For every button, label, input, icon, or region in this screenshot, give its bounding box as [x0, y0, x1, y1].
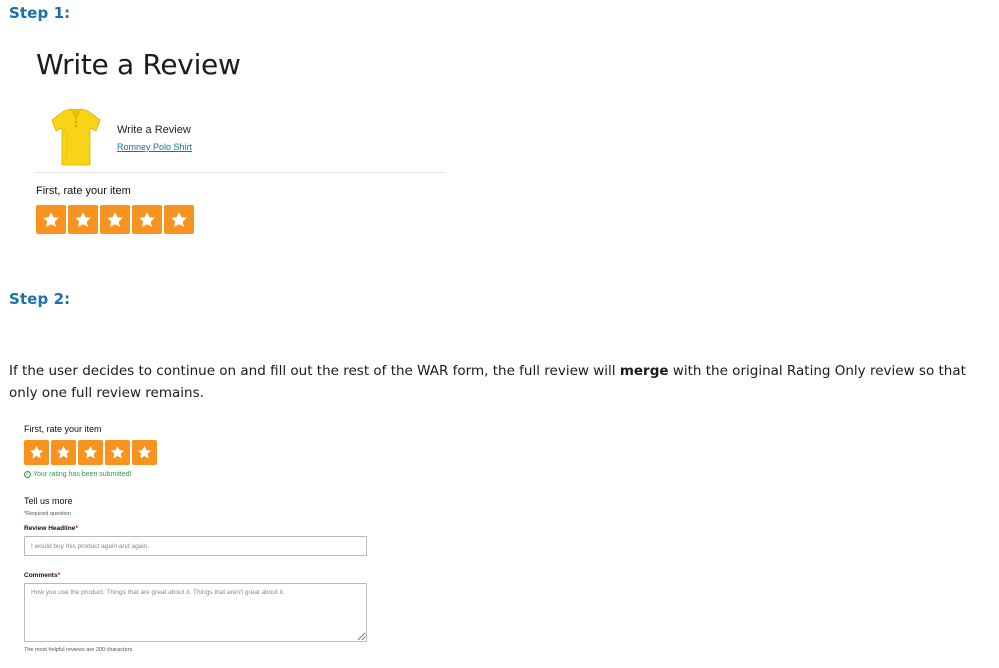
required-asterisk: * [75, 525, 78, 532]
step-2-heading: Step 2: [9, 290, 71, 308]
comments-label: Comments* [24, 572, 60, 579]
star-icon [83, 445, 98, 459]
star-3[interactable] [100, 205, 130, 234]
character-helper-text: The most helpful reviews are 200 charact… [24, 647, 134, 653]
star-icon [110, 445, 125, 459]
product-heading: Write a Review [117, 124, 191, 136]
required-asterisk: * [57, 572, 61, 579]
star-rating [36, 205, 194, 234]
rate-item-label: First, rate your item [36, 185, 131, 197]
step-1-heading: Step 1: [9, 4, 71, 22]
star-icon [43, 211, 59, 227]
star-icon [56, 445, 71, 459]
check-circle-icon: ✓ [24, 471, 31, 478]
rating-confirmation: ✓ Your rating has been submitted! [24, 471, 132, 478]
star-2[interactable] [68, 205, 98, 234]
review-headline-label: Review Headline* [24, 525, 78, 532]
explanation-text-before: If the user decides to continue on and f… [9, 363, 620, 379]
star-4[interactable] [132, 205, 162, 234]
star-5[interactable] [164, 205, 194, 234]
product-link[interactable]: Romney Polo Shirt [117, 142, 192, 152]
star-icon [137, 445, 152, 459]
star-icon [171, 211, 187, 227]
explanation-paragraph: If the user decides to continue on and f… [9, 360, 994, 404]
star-icon [139, 211, 155, 227]
required-note: *Required question [24, 511, 71, 517]
star-3[interactable] [78, 440, 103, 465]
star-icon [29, 445, 44, 459]
tell-us-more-heading: Tell us more [24, 496, 73, 506]
write-review-title: Write a Review [36, 48, 241, 81]
yellow-polo-shirt-icon [51, 108, 101, 166]
comments-label-text: Comments [24, 572, 58, 579]
star-4[interactable] [105, 440, 130, 465]
required-note-text: Required question [26, 511, 71, 517]
star-1[interactable] [36, 205, 66, 234]
review-headline-input[interactable] [24, 536, 367, 556]
star-1[interactable] [24, 440, 49, 465]
rate-item-label-2: First, rate your item [24, 424, 102, 434]
explanation-emphasis: merge [619, 363, 669, 379]
star-rating-2 [24, 440, 157, 465]
confirmation-text: Your rating has been submitted! [33, 471, 132, 478]
review-headline-label-text: Review Headline [24, 525, 76, 532]
star-2[interactable] [51, 440, 76, 465]
polo-shirt-image [50, 107, 102, 167]
star-5[interactable] [132, 440, 157, 465]
divider [36, 172, 444, 173]
star-icon [107, 211, 123, 227]
star-icon [75, 211, 91, 227]
comments-textarea[interactable] [24, 583, 367, 642]
